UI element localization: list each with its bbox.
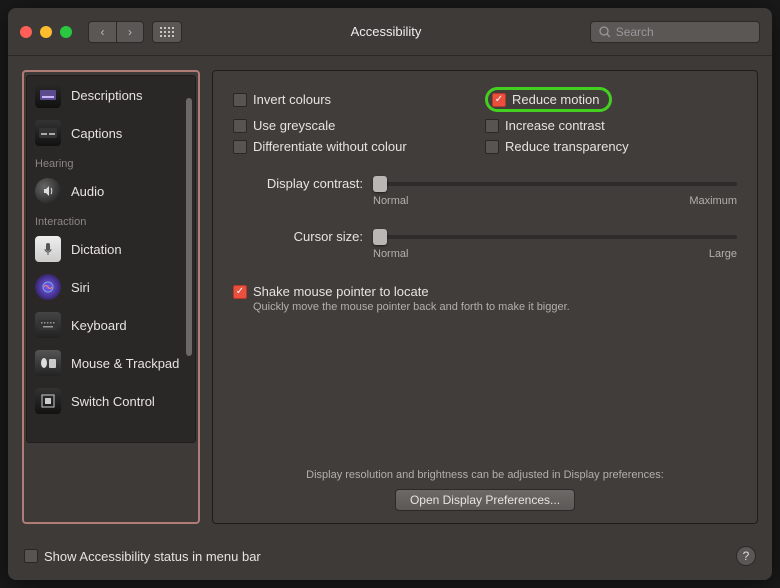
cursor-size-slider[interactable] xyxy=(373,235,737,239)
siri-icon xyxy=(35,274,61,300)
footer: ✓ Show Accessibility status in menu bar … xyxy=(8,538,772,580)
reduce-motion-checkbox[interactable]: ✓ Reduce motion xyxy=(492,92,599,107)
sidebar-item-mouse-trackpad[interactable]: Mouse & Trackpad xyxy=(27,344,195,382)
show-all-button[interactable] xyxy=(152,21,182,43)
keyboard-icon xyxy=(35,312,61,338)
checkbox-box: ✓ xyxy=(485,119,499,133)
scale-max: Maximum xyxy=(689,195,737,207)
audio-icon xyxy=(35,178,61,204)
sidebar-item-descriptions[interactable]: Descriptions xyxy=(27,76,195,114)
checkbox-label: Differentiate without colour xyxy=(253,139,407,154)
help-icon: ? xyxy=(743,549,750,563)
sidebar-item-label: Switch Control xyxy=(71,394,155,409)
titlebar: ‹ › Accessibility xyxy=(8,8,772,56)
descriptions-icon xyxy=(35,82,61,108)
sidebar-section-hearing: Hearing xyxy=(27,152,195,172)
search-icon xyxy=(599,26,610,38)
forward-button[interactable]: › xyxy=(116,21,144,43)
chevron-left-icon: ‹ xyxy=(101,25,105,39)
display-prefs-text: Display resolution and brightness can be… xyxy=(233,469,737,481)
help-button[interactable]: ? xyxy=(736,546,756,566)
sidebar-item-captions[interactable]: Captions xyxy=(27,114,195,152)
reduce-motion-highlight: ✓ Reduce motion xyxy=(485,87,612,112)
scrollbar-thumb[interactable] xyxy=(186,98,192,356)
cursor-size-label: Cursor size: xyxy=(233,229,363,244)
switch-control-icon xyxy=(35,388,61,414)
grid-icon xyxy=(160,27,174,37)
scale-min: Normal xyxy=(373,248,408,260)
sidebar-item-audio[interactable]: Audio xyxy=(27,172,195,210)
sidebar-highlight-box: Descriptions Captions Hearing Audio xyxy=(22,70,200,524)
display-contrast-block: Display contrast: Normal Maximum xyxy=(233,176,737,207)
checkbox-box: ✓ xyxy=(233,119,247,133)
scale-max: Large xyxy=(709,248,737,260)
checkbox-label: Use greyscale xyxy=(253,118,335,133)
checkbox-label: Reduce motion xyxy=(512,92,599,107)
sidebar-item-keyboard[interactable]: Keyboard xyxy=(27,306,195,344)
search-input[interactable] xyxy=(616,25,751,39)
slider-thumb[interactable] xyxy=(373,176,387,192)
show-status-checkbox[interactable]: ✓ Show Accessibility status in menu bar xyxy=(24,549,261,564)
cursor-size-scale: Normal Large xyxy=(373,248,737,260)
open-display-preferences-button[interactable]: Open Display Preferences... xyxy=(395,489,575,511)
sidebar-scrollbar[interactable] xyxy=(185,80,193,438)
minimize-window-button[interactable] xyxy=(40,26,52,38)
shake-pointer-checkbox[interactable]: ✓ Shake mouse pointer to locate xyxy=(233,284,737,299)
scale-min: Normal xyxy=(373,195,408,207)
sidebar-item-label: Keyboard xyxy=(71,318,127,333)
display-contrast-scale: Normal Maximum xyxy=(373,195,737,207)
nav-buttons: ‹ › xyxy=(88,21,144,43)
cursor-size-block: Cursor size: Normal Large xyxy=(233,229,737,260)
checkbox-box: ✓ xyxy=(492,93,506,107)
checkbox-box: ✓ xyxy=(233,93,247,107)
search-field[interactable] xyxy=(590,21,760,43)
shake-pointer-block: ✓ Shake mouse pointer to locate Quickly … xyxy=(233,284,737,313)
sidebar-item-label: Siri xyxy=(71,280,90,295)
zoom-window-button[interactable] xyxy=(60,26,72,38)
sidebar-item-switch-control[interactable]: Switch Control xyxy=(27,382,195,420)
sidebar-item-label: Descriptions xyxy=(71,88,143,103)
back-button[interactable]: ‹ xyxy=(88,21,116,43)
shake-pointer-description: Quickly move the mouse pointer back and … xyxy=(253,301,737,313)
checkbox-label: Shake mouse pointer to locate xyxy=(253,284,429,299)
display-checkboxes-grid: ✓ Invert colours ✓ Reduce motion ✓ Use g… xyxy=(233,87,737,154)
chevron-right-icon: › xyxy=(128,25,132,39)
use-greyscale-checkbox[interactable]: ✓ Use greyscale xyxy=(233,118,485,133)
window-controls xyxy=(20,26,72,38)
sidebar-section-interaction: Interaction xyxy=(27,210,195,230)
differentiate-checkbox[interactable]: ✓ Differentiate without colour xyxy=(233,139,485,154)
mouse-trackpad-icon xyxy=(35,350,61,376)
checkbox-box: ✓ xyxy=(233,285,247,299)
window-title: Accessibility xyxy=(190,24,582,39)
sidebar-item-label: Dictation xyxy=(71,242,122,257)
category-sidebar: Descriptions Captions Hearing Audio xyxy=(26,75,196,443)
captions-icon xyxy=(35,120,61,146)
close-window-button[interactable] xyxy=(20,26,32,38)
settings-panel: ✓ Invert colours ✓ Reduce motion ✓ Use g… xyxy=(212,70,758,524)
checkbox-label: Reduce transparency xyxy=(505,139,629,154)
display-contrast-slider[interactable] xyxy=(373,182,737,186)
accessibility-window: ‹ › Accessibility xyxy=(8,8,772,580)
invert-colours-checkbox[interactable]: ✓ Invert colours xyxy=(233,87,485,112)
content-area: Descriptions Captions Hearing Audio xyxy=(8,56,772,538)
checkbox-box: ✓ xyxy=(485,140,499,154)
dictation-icon xyxy=(35,236,61,262)
checkbox-label: Invert colours xyxy=(253,92,331,107)
increase-contrast-checkbox[interactable]: ✓ Increase contrast xyxy=(485,118,737,133)
checkbox-label: Increase contrast xyxy=(505,118,605,133)
sidebar-item-siri[interactable]: Siri xyxy=(27,268,195,306)
sidebar-item-label: Captions xyxy=(71,126,122,141)
checkbox-label: Show Accessibility status in menu bar xyxy=(44,549,261,564)
display-contrast-label: Display contrast: xyxy=(233,176,363,191)
sidebar-item-label: Audio xyxy=(71,184,104,199)
display-prefs-note: Display resolution and brightness can be… xyxy=(233,469,737,511)
checkbox-box: ✓ xyxy=(24,549,38,563)
sidebar-item-label: Mouse & Trackpad xyxy=(71,356,179,371)
slider-thumb[interactable] xyxy=(373,229,387,245)
sidebar-scroll[interactable]: Descriptions Captions Hearing Audio xyxy=(27,76,195,442)
reduce-transparency-checkbox[interactable]: ✓ Reduce transparency xyxy=(485,139,737,154)
sidebar-item-dictation[interactable]: Dictation xyxy=(27,230,195,268)
checkbox-box: ✓ xyxy=(233,140,247,154)
